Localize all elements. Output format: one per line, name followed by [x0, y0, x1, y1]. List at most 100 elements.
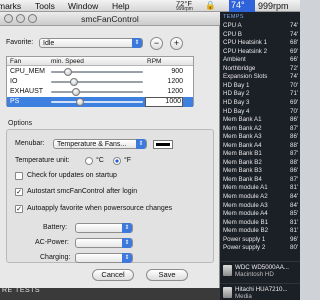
slider-knob[interactable] [72, 88, 81, 96]
sensor-name: Expansion Slots [223, 73, 268, 81]
drive-model: Hitachi HUA7210... [235, 286, 288, 293]
fan-rpm-value[interactable]: 1200 [145, 78, 183, 85]
sensor-name: Mem Bank B2 [223, 158, 262, 166]
sensor-value: 86' [290, 167, 299, 175]
check-updates-checkbox[interactable] [15, 172, 23, 180]
sensor-name: Mem module A2 [223, 193, 268, 200]
popup-arrows-icon: ⇕ [136, 139, 146, 149]
fan-rpm-value[interactable]: 1000 [145, 97, 183, 107]
menubar-display-value: Temperature & Fans... [57, 141, 127, 148]
sensor-value: 69' [290, 47, 299, 55]
ac-power-label: AC-Power: [35, 239, 69, 246]
sensor-row: CPU Heatsink 1 68' [220, 39, 300, 47]
fan-table-header: Fan min. Speed RPM [7, 57, 193, 66]
sensor-row: CPU A 74' [220, 22, 300, 30]
temp-monitor-menu[interactable]: 74° [229, 0, 255, 12]
min-speed-slider[interactable] [51, 68, 143, 76]
fan-row[interactable]: IO 1200 [7, 77, 193, 87]
menu-window[interactable]: Window [68, 1, 98, 11]
hard-drive-icon [223, 287, 232, 298]
fan-name: PS [10, 98, 20, 105]
fan-rpm-value[interactable]: 900 [145, 68, 183, 75]
sensor-value: 84' [290, 201, 299, 209]
cancel-button[interactable]: Cancel [92, 269, 134, 281]
sensor-name: Mem Bank B1 [223, 150, 262, 158]
sensor-name: CPU B [223, 30, 242, 38]
autostart-checkbox[interactable]: ✓ [15, 188, 23, 196]
min-speed-slider[interactable] [51, 88, 143, 96]
celsius-radio[interactable] [85, 157, 93, 165]
fahrenheit-label: °F [124, 157, 132, 164]
add-favorite-button[interactable]: + [170, 37, 183, 50]
popup-arrows-icon: ⇕ [122, 253, 132, 263]
window-title: smcFanControl [81, 14, 139, 24]
fahrenheit-radio[interactable] [113, 157, 121, 165]
slider-knob[interactable] [64, 68, 73, 76]
desktop-text: RE TESTS [2, 287, 41, 294]
drive-row: WDC WD5000AA... Macintosh HD [220, 261, 300, 279]
remove-favorite-button[interactable]: − [150, 37, 163, 50]
sensor-value: 68' [290, 39, 299, 47]
sensor-value: 80' [290, 244, 299, 252]
sensor-value: 71' [290, 90, 299, 98]
sensor-name: Mem module A3 [223, 201, 268, 209]
fan-row[interactable]: EXHAUST 1200 [7, 87, 193, 97]
sensor-value: 81' [290, 218, 299, 226]
favorite-select[interactable]: Idle ⇕ [39, 38, 143, 48]
ac-power-favorite-select[interactable]: ⇕ [75, 238, 133, 248]
sensor-value: 81' [290, 184, 299, 192]
hard-drive-icon [223, 265, 232, 276]
menubar-display-select[interactable]: Temperature & Fans... ⇕ [53, 139, 147, 149]
sensor-value: 70' [290, 107, 299, 115]
favorite-label: Favorite: [6, 39, 34, 46]
fan-rpm-menu[interactable]: 999rpm [258, 1, 289, 11]
menubar-color-well[interactable] [153, 140, 173, 149]
fan-row[interactable]: PS 1000 [7, 97, 193, 107]
menu-help[interactable]: Help [112, 1, 129, 11]
sensor-value: 74' [290, 73, 299, 81]
slider-knob[interactable] [70, 78, 79, 86]
sensor-name: Power supply 1 [223, 235, 266, 243]
fan-name: EXHAUST [10, 88, 44, 95]
fan-row[interactable]: CPU_MEM 900 [7, 67, 193, 77]
col-fan[interactable]: Fan [10, 58, 21, 65]
sensor-row: Expansion Slots 74' [220, 73, 300, 81]
min-speed-slider[interactable] [51, 98, 143, 106]
sensor-row: Mem Bank A2 87' [220, 125, 300, 133]
lock-icon[interactable]: 🔒 [205, 0, 216, 11]
menu-bar: marks Tools Window Help 72°F 999rpm 🔒 74… [0, 0, 300, 12]
sensor-value: 70' [290, 81, 299, 89]
slider-knob[interactable] [75, 98, 84, 106]
options-heading: Options [8, 120, 33, 127]
fan-name: CPU_MEM [10, 68, 46, 75]
sensor-value: 85' [290, 210, 299, 218]
sensor-row: Power supply 2 80' [220, 244, 300, 252]
smcfancontrol-window: smcFanControl Favorite: Idle ⇕ − + Fan m… [0, 12, 220, 288]
sensor-name: Northbridge [223, 64, 256, 72]
sensor-row: Mem Bank B1 87' [220, 150, 300, 158]
sensor-row: Mem module A4 85' [220, 210, 300, 218]
save-button[interactable]: Save [146, 269, 188, 281]
sensor-name: Mem module B2 [223, 227, 269, 235]
col-min-speed[interactable]: min. Speed [51, 58, 84, 65]
sensor-name: CPU A [223, 22, 242, 29]
charging-label: Charging: [40, 254, 71, 261]
sensor-row: Mem Bank A3 86' [220, 133, 300, 141]
min-speed-slider[interactable] [51, 78, 143, 86]
title-bar: smcFanControl [0, 12, 220, 26]
sensor-value: 87' [290, 124, 299, 132]
sensor-name: Mem Bank B3 [223, 167, 262, 175]
battery-favorite-select[interactable]: ⇕ [75, 223, 133, 233]
sensor-name: Ambient [223, 56, 246, 64]
fan-rpm-value[interactable]: 1200 [145, 88, 183, 95]
charging-favorite-select[interactable]: ⇕ [75, 253, 133, 263]
col-rpm[interactable]: RPM [147, 58, 161, 65]
fan-name: IO [10, 78, 18, 85]
menu-bookmarks[interactable]: marks [0, 1, 21, 11]
sensor-value: 87' [290, 150, 299, 158]
sensor-value: 84' [290, 193, 299, 200]
sensor-value: 88' [290, 158, 299, 166]
sensor-value: 72' [290, 64, 299, 72]
menu-tools[interactable]: Tools [35, 1, 55, 11]
autoapply-checkbox[interactable]: ✓ [15, 205, 23, 213]
